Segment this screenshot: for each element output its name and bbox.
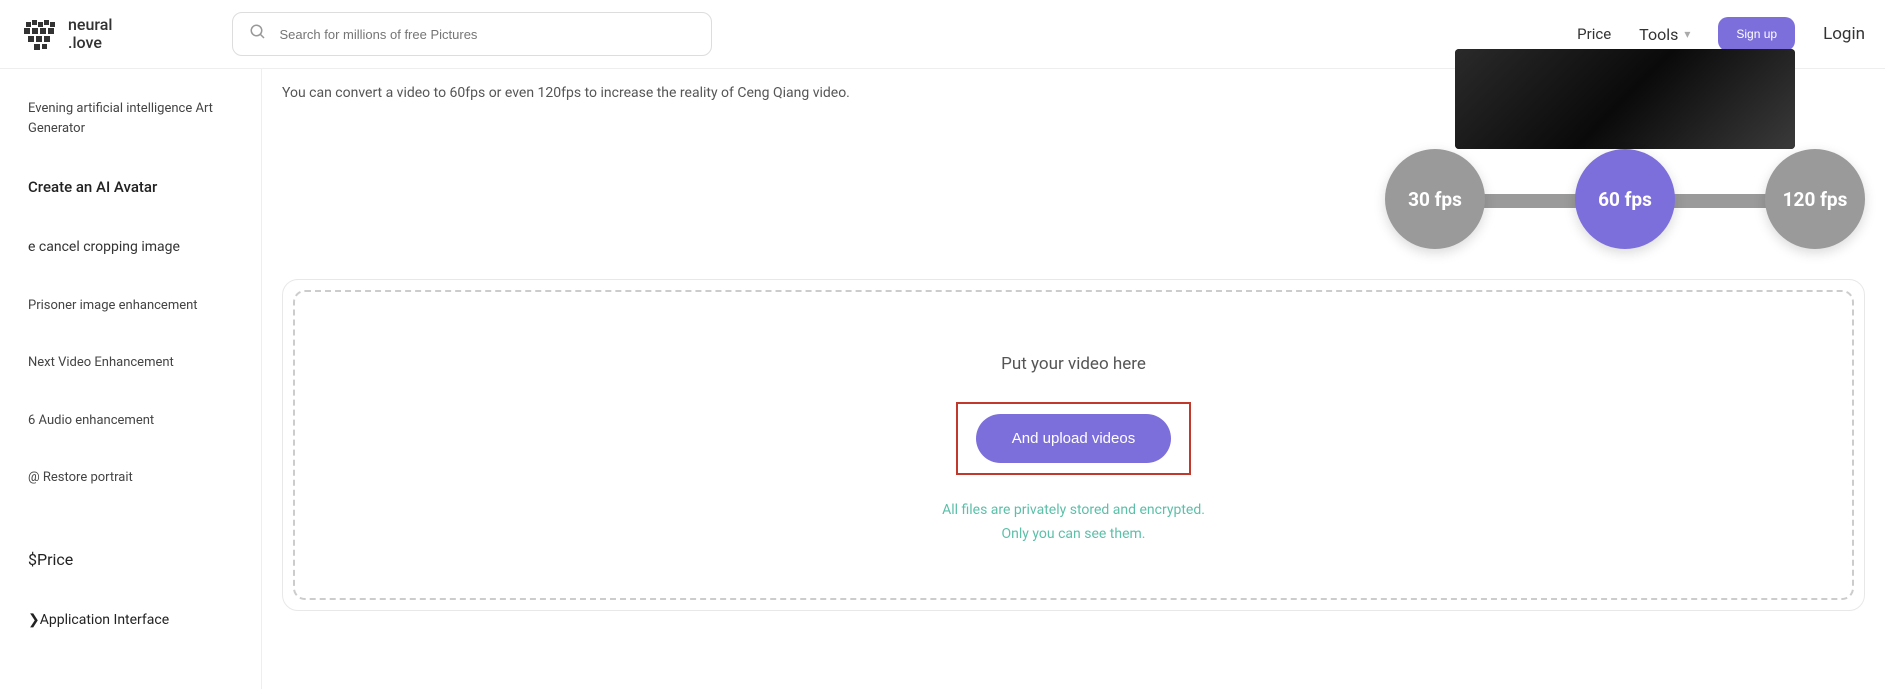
privacy-line-1: All files are privately stored and encry…	[942, 499, 1205, 523]
search-input[interactable]	[279, 27, 695, 42]
upload-title: Put your video here	[1001, 354, 1146, 374]
search-box[interactable]	[232, 12, 712, 56]
privacy-text: All files are privately stored and encry…	[942, 499, 1205, 547]
nav-price[interactable]: Price	[1577, 25, 1611, 43]
fps-circles: 30 fps 60 fps 120 fps	[1385, 149, 1865, 249]
sidebar: Evening artificial intelligence Art Gene…	[0, 69, 262, 689]
nav-tools[interactable]: Tools ▾	[1639, 25, 1690, 44]
sidebar-item-art-generator[interactable]: Evening artificial intelligence Art Gene…	[0, 89, 261, 148]
privacy-line-2: Only you can see them.	[942, 523, 1205, 547]
search-icon	[249, 23, 267, 45]
description-block: You can convert a video to 60fps or even…	[282, 79, 850, 101]
nav-tools-label: Tools	[1639, 25, 1678, 44]
fps-30-circle: 30 fps	[1385, 149, 1485, 249]
fps-120-circle: 120 fps	[1765, 149, 1865, 249]
sidebar-item-video-enhance[interactable]: Next Video Enhancement	[0, 343, 261, 383]
chevron-down-icon: ▾	[1684, 27, 1690, 41]
layout: Evening artificial intelligence Art Gene…	[0, 69, 1885, 689]
upload-button[interactable]: And upload videos	[976, 414, 1171, 463]
sidebar-item-ai-avatar[interactable]: Create an AI Avatar	[0, 166, 261, 209]
sidebar-item-audio-enhance[interactable]: 6 Audio enhancement	[0, 401, 261, 441]
logo-text: neural .love	[68, 16, 112, 51]
sidebar-item-api[interactable]: ❯Application Interface	[0, 600, 261, 641]
video-preview-image	[1455, 49, 1795, 149]
upload-dropzone[interactable]: Put your video here And upload videos Al…	[293, 290, 1854, 600]
main-content: You can convert a video to 60fps or even…	[262, 69, 1885, 689]
fps-display: 30 fps 60 fps 120 fps	[1385, 79, 1865, 249]
logo[interactable]: neural .love	[20, 14, 112, 54]
login-link[interactable]: Login	[1823, 24, 1865, 44]
description-text: You can convert a video to 60fps or even…	[282, 85, 850, 101]
sidebar-item-restore-portrait[interactable]: @ Restore portrait	[0, 458, 261, 498]
sidebar-item-crop[interactable]: e cancel cropping image	[0, 227, 261, 268]
search-container	[232, 12, 712, 56]
sidebar-item-price[interactable]: $Price	[0, 538, 261, 582]
signup-button[interactable]: Sign up	[1718, 17, 1795, 51]
sidebar-item-image-enhance[interactable]: Prisoner image enhancement	[0, 286, 261, 326]
fps-60-circle: 60 fps	[1575, 149, 1675, 249]
heart-pixel-icon	[20, 14, 60, 54]
upload-button-highlight: And upload videos	[956, 402, 1191, 475]
top-section: You can convert a video to 60fps or even…	[282, 69, 1865, 279]
upload-container: Put your video here And upload videos Al…	[282, 279, 1865, 611]
header-nav: Price Tools ▾ Sign up Login	[1577, 17, 1865, 51]
